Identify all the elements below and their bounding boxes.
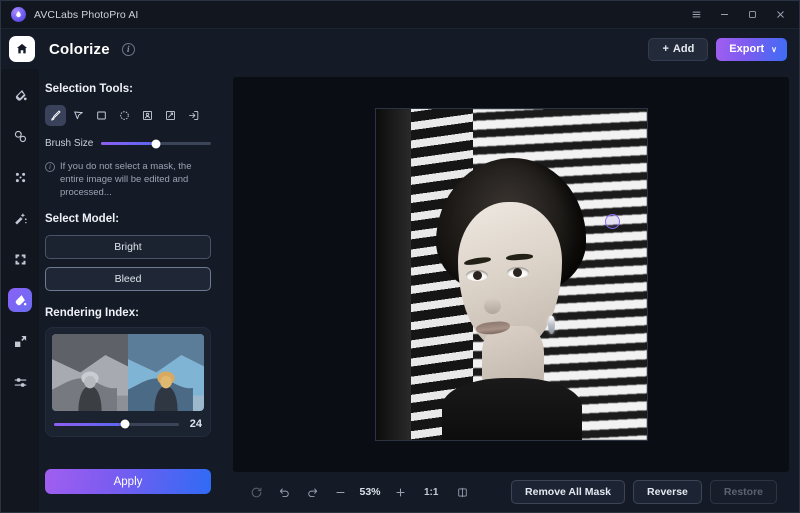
- bottom-toolbar: 53% 1:1 Remove All Mask Reverse Restore: [233, 472, 789, 512]
- mask-hint: i If you do not select a mask, the entir…: [45, 160, 211, 199]
- zoom-level[interactable]: 53%: [355, 486, 385, 498]
- sidebar-item-upscale[interactable]: [8, 247, 32, 271]
- sidebar-item-colorize-tool[interactable]: [8, 83, 32, 107]
- rendering-index-value: 24: [186, 418, 202, 430]
- rendering-index-label: Rendering Index:: [45, 307, 211, 319]
- sidebar-item-denoise[interactable]: [8, 165, 32, 189]
- rendering-index-track[interactable]: [54, 423, 179, 426]
- select-model-label: Select Model:: [45, 213, 211, 225]
- selection-tools-row: [45, 105, 211, 126]
- mask-actions: Remove All Mask Reverse Restore: [511, 480, 777, 504]
- app-title: AVCLabs PhotoPro AI: [34, 9, 138, 21]
- rendering-index-fill: [54, 423, 125, 426]
- preview-before[interactable]: [52, 334, 128, 411]
- apply-wrapper: Apply: [45, 469, 211, 512]
- model-bright[interactable]: Bright: [45, 235, 211, 259]
- tool-panel: Selection Tools:: [39, 69, 225, 512]
- sidebar-item-enhance[interactable]: [8, 124, 32, 148]
- zoom-out-button[interactable]: [327, 481, 353, 503]
- nose: [484, 298, 501, 314]
- model-bleed[interactable]: Bleed: [45, 267, 211, 291]
- brush-size-slider-row: Brush Size: [45, 138, 211, 149]
- chevron-down-icon: ∨: [771, 45, 777, 54]
- hamburger-icon[interactable]: [683, 4, 709, 26]
- portrait-figure: [406, 140, 616, 440]
- rendering-index-slider-row: 24: [52, 418, 204, 430]
- tool-brush[interactable]: [45, 105, 66, 126]
- avclabs-droplet-logo-icon: [11, 7, 26, 22]
- sidebar-item-retouch[interactable]: [8, 206, 32, 230]
- brush-size-track[interactable]: [101, 142, 211, 145]
- undo-icon[interactable]: [271, 481, 297, 503]
- info-icon[interactable]: i: [122, 43, 135, 56]
- close-icon[interactable]: [767, 4, 793, 26]
- earring: [548, 316, 555, 334]
- tool-magic-select[interactable]: [160, 105, 181, 126]
- brush-size-thumb[interactable]: [152, 139, 161, 148]
- tool-portrait-select[interactable]: [137, 105, 158, 126]
- zoom-ratio-button[interactable]: 1:1: [415, 487, 447, 498]
- page-header: Colorize i + Add Export ∨: [1, 29, 799, 69]
- app-body: Selection Tools:: [1, 69, 799, 512]
- page-title: Colorize: [49, 41, 110, 58]
- refresh-icon[interactable]: [243, 481, 269, 503]
- mask-hint-text: If you do not select a mask, the entire …: [60, 160, 209, 199]
- sidebar-item-colorize[interactable]: [8, 288, 32, 312]
- maximize-icon[interactable]: [739, 4, 765, 26]
- brush-cursor: [605, 214, 620, 229]
- rendering-index-card: 24: [45, 327, 211, 437]
- tool-lasso[interactable]: [68, 105, 89, 126]
- split-view-icon[interactable]: [449, 481, 475, 503]
- add-button-label: Add: [673, 43, 694, 55]
- window-controls: [683, 4, 793, 26]
- add-plus-icon: +: [662, 43, 668, 55]
- view-controls: 53% 1:1: [243, 481, 475, 503]
- sidebar-item-resize[interactable]: [8, 329, 32, 353]
- remove-all-mask-button[interactable]: Remove All Mask: [511, 480, 625, 504]
- shoulder: [442, 378, 582, 440]
- export-button-label: Export: [729, 43, 764, 55]
- zoom-in-button[interactable]: [387, 481, 413, 503]
- tool-rectangle[interactable]: [91, 105, 112, 126]
- home-icon[interactable]: [9, 36, 35, 62]
- apply-button[interactable]: Apply: [45, 469, 211, 494]
- brush-size-label: Brush Size: [45, 138, 93, 149]
- left-rail: [1, 69, 39, 512]
- pupil-right: [513, 268, 522, 277]
- sidebar-item-adjust[interactable]: [8, 370, 32, 394]
- brush-size-fill: [101, 142, 156, 145]
- restore-button: Restore: [710, 480, 777, 504]
- minimize-icon[interactable]: [711, 4, 737, 26]
- selection-tools-label: Selection Tools:: [45, 83, 211, 95]
- tool-import-mask[interactable]: [183, 105, 204, 126]
- redo-icon[interactable]: [299, 481, 325, 503]
- title-bar: AVCLabs PhotoPro AI: [1, 1, 799, 29]
- pupil-left: [473, 271, 482, 280]
- reverse-button[interactable]: Reverse: [633, 480, 702, 504]
- rendering-index-previews: [52, 334, 204, 411]
- add-button[interactable]: + Add: [648, 38, 708, 61]
- canvas-area: 53% 1:1 Remove All Mask Reverse Restore: [225, 69, 799, 512]
- app-window: AVCLabs PhotoPro AI Colorize i + Add: [0, 0, 800, 513]
- rendering-index-thumb[interactable]: [121, 420, 130, 429]
- export-button[interactable]: Export ∨: [716, 38, 787, 61]
- preview-after[interactable]: [128, 334, 204, 411]
- tool-ellipse[interactable]: [114, 105, 135, 126]
- portrait-photo[interactable]: [375, 108, 648, 441]
- info-icon: i: [45, 162, 55, 172]
- image-canvas[interactable]: [233, 77, 789, 472]
